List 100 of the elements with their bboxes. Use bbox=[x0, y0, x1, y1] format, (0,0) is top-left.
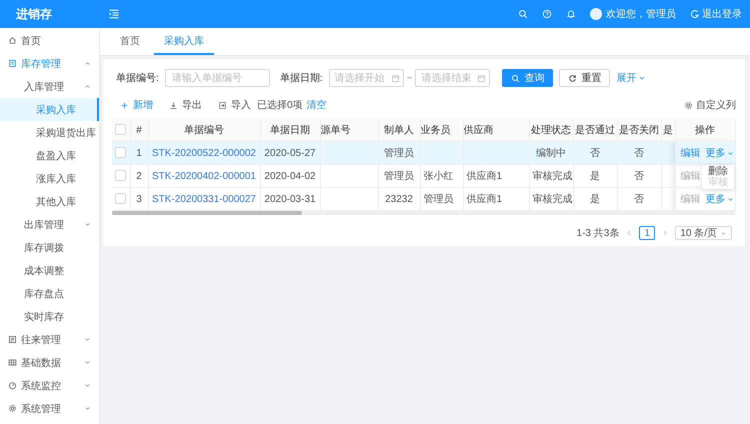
plus-icon bbox=[120, 100, 129, 110]
sidebar-item[interactable]: 系统监控 bbox=[0, 374, 99, 397]
reload-icon bbox=[568, 74, 578, 82]
sidebar-item[interactable]: 首页 bbox=[0, 29, 99, 52]
sidebar-item[interactable]: 库存盘点 bbox=[0, 282, 99, 305]
app-title: 进销存 bbox=[14, 6, 53, 22]
chevron-down-icon bbox=[84, 382, 91, 389]
column-header: 处理状态 bbox=[529, 119, 573, 142]
chevron-down-icon bbox=[84, 221, 91, 228]
table-cell: 审核完成 bbox=[532, 171, 572, 182]
chevron-down-icon bbox=[84, 405, 91, 412]
table-cell: 否 bbox=[590, 148, 600, 159]
order-number-link[interactable]: STK-20200331-000027 bbox=[152, 194, 256, 204]
column-header: 操作 bbox=[675, 119, 735, 142]
table-cell: 供应商1 bbox=[466, 194, 502, 205]
input-field[interactable]: 请输入单据编号 bbox=[164, 69, 270, 87]
column-header: 是否通过 bbox=[573, 119, 617, 142]
table-cell: 否 bbox=[634, 194, 644, 205]
field-label: 单据日期: bbox=[280, 72, 323, 85]
sidebar-item[interactable]: 成本调整 bbox=[0, 259, 99, 282]
table-cell: 管理员 bbox=[384, 171, 414, 182]
table-cell: 2 bbox=[136, 170, 142, 182]
range-separator: ~ bbox=[406, 72, 412, 84]
table-cell: 2020-05-27 bbox=[264, 148, 316, 158]
table-cell: 张小红 bbox=[424, 171, 454, 182]
table-cell: 否 bbox=[634, 148, 644, 159]
tab[interactable]: 首页 bbox=[110, 28, 150, 55]
table-cell: 供应商1 bbox=[466, 171, 502, 182]
menu-icon bbox=[108, 8, 120, 20]
sidebar-item[interactable]: 往来管理 bbox=[0, 328, 99, 351]
export-button[interactable]: 导出 bbox=[169, 98, 202, 112]
pagination-summary: 1-3 共3条 bbox=[576, 226, 620, 240]
table-cell: 23232 bbox=[385, 194, 413, 204]
checkbox[interactable] bbox=[115, 170, 126, 182]
import-button[interactable]: 导入 bbox=[218, 98, 251, 112]
search-icon bbox=[511, 74, 520, 82]
home-icon bbox=[8, 36, 17, 45]
bell-icon bbox=[566, 9, 576, 19]
column-header: 供应商 bbox=[463, 119, 529, 142]
gauge-icon bbox=[8, 381, 17, 390]
calendar-icon bbox=[390, 74, 400, 82]
sidebar-item[interactable]: 系统管理 bbox=[0, 397, 99, 420]
chevron-down-icon bbox=[726, 196, 734, 202]
column-header: # bbox=[130, 119, 148, 142]
table-cell: 管理员 bbox=[384, 148, 414, 159]
sidebar-item[interactable]: 采购退货出库 bbox=[0, 121, 99, 144]
chevron-down-icon bbox=[720, 230, 727, 236]
date-field[interactable]: 请选择开始 bbox=[328, 69, 404, 87]
sidebar-item[interactable]: 入库管理 bbox=[0, 75, 99, 98]
search-icon bbox=[518, 9, 528, 19]
table-cell: 1 bbox=[136, 148, 142, 158]
checkbox[interactable] bbox=[115, 124, 126, 136]
download-icon bbox=[169, 100, 178, 110]
selection-count: 已选择0项 bbox=[257, 98, 303, 112]
table-cell: 编制中 bbox=[536, 148, 566, 159]
sidebar-item[interactable]: 盘盈入库 bbox=[0, 144, 99, 167]
date-field[interactable]: 请选择结束 bbox=[415, 69, 490, 87]
table-cell: 审核完成 bbox=[532, 194, 572, 205]
chevron-down-icon bbox=[726, 150, 734, 156]
column-header: 单据编号 bbox=[148, 119, 260, 142]
reset-button[interactable]: 重置 bbox=[559, 69, 610, 87]
table-cell: 管理员 bbox=[424, 194, 454, 205]
order-number-link[interactable]: STK-20200402-000001 bbox=[152, 170, 256, 182]
sidebar-item[interactable]: 基础数据 bbox=[0, 351, 99, 374]
page-size-select[interactable]: 10 条/页 bbox=[675, 226, 732, 240]
welcome-text: 欢迎您，管理员 bbox=[606, 8, 676, 21]
calendar-icon bbox=[477, 74, 486, 82]
field-label: 单据编号: bbox=[116, 72, 159, 85]
column-header: 是否关闭 bbox=[617, 119, 661, 142]
chevron-down-icon bbox=[638, 74, 646, 82]
sidebar-item[interactable]: 涨库入库 bbox=[0, 167, 99, 190]
table-cell: 2020-03-31 bbox=[264, 194, 316, 204]
chevron-down-icon bbox=[84, 359, 91, 366]
column-header: 制单人 bbox=[378, 119, 420, 142]
sidebar-item[interactable]: 出库管理 bbox=[0, 213, 99, 236]
table-cell: 是 bbox=[590, 171, 600, 182]
checkbox[interactable] bbox=[115, 193, 126, 204]
grid-icon bbox=[8, 358, 17, 367]
column-header: 单据日期 bbox=[260, 119, 320, 142]
document-icon bbox=[8, 335, 17, 344]
list-icon bbox=[8, 59, 17, 68]
custom-columns-button[interactable]: 自定义列 bbox=[684, 98, 736, 112]
help-icon bbox=[542, 9, 552, 19]
gear-icon bbox=[8, 404, 17, 413]
avatar[interactable] bbox=[590, 8, 602, 20]
table-cell: 2020-04-02 bbox=[264, 170, 316, 182]
column-header: 业务员 bbox=[420, 119, 463, 142]
menu-item[interactable]: 删除 bbox=[702, 166, 734, 177]
sidebar-item[interactable]: 实时库存 bbox=[0, 305, 99, 328]
import-icon bbox=[218, 100, 227, 110]
column-header: 源单号 bbox=[320, 119, 378, 142]
horizontal-scrollbar[interactable] bbox=[112, 211, 735, 215]
chevron-up-icon bbox=[84, 60, 91, 67]
chevron-down-icon bbox=[84, 336, 91, 343]
chevron-up-icon bbox=[84, 83, 91, 90]
table-cell: 3 bbox=[136, 194, 142, 204]
checkbox[interactable] bbox=[115, 147, 126, 158]
sidebar-item[interactable]: 其他入库 bbox=[0, 190, 99, 213]
sidebar-item[interactable]: 库存调拨 bbox=[0, 236, 99, 259]
logout-icon bbox=[690, 9, 700, 19]
